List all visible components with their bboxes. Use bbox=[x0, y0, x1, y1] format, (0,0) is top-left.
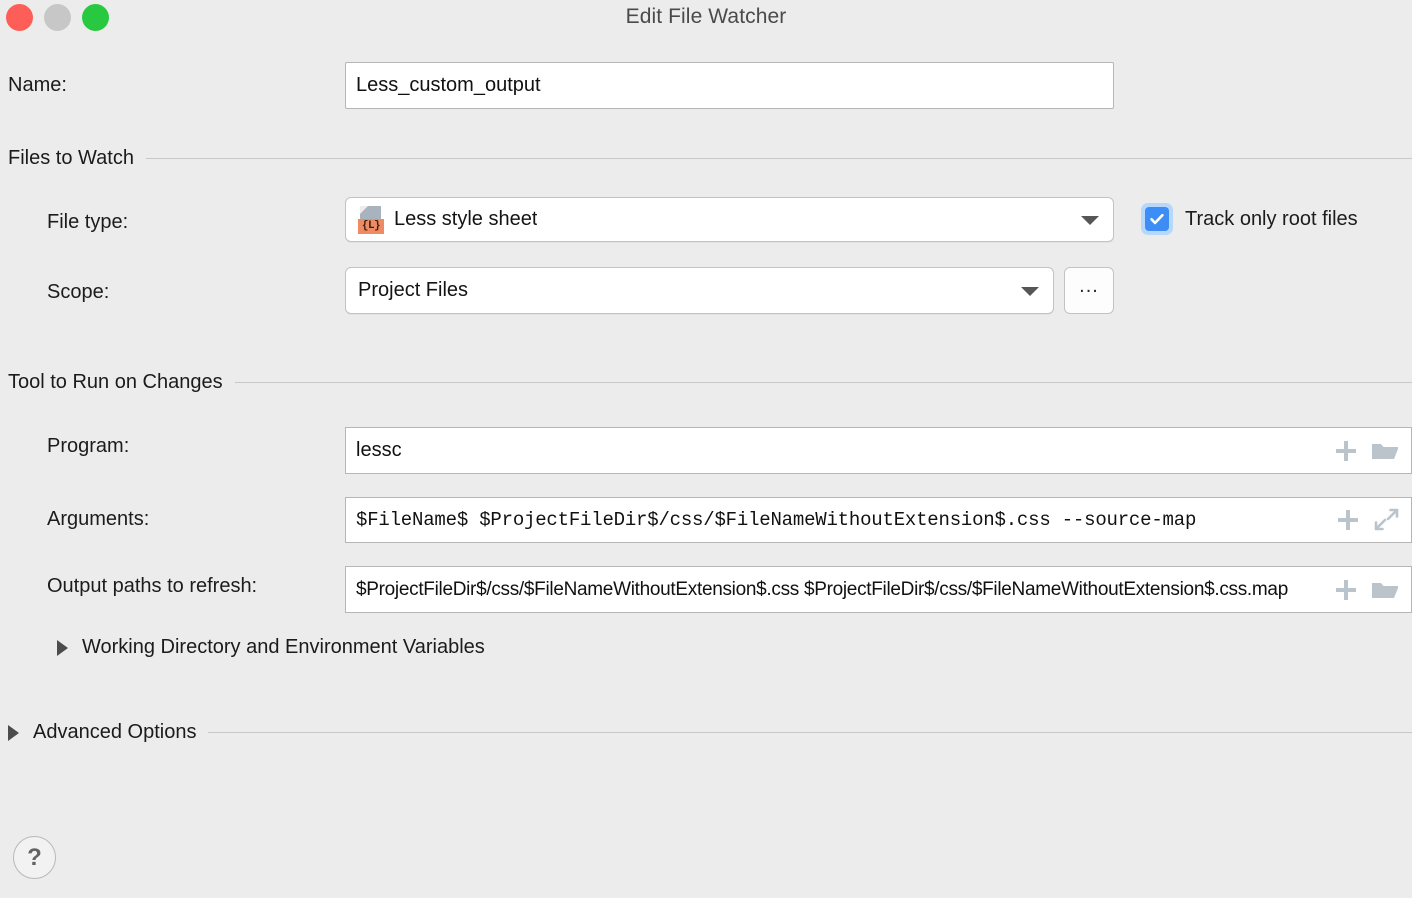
output-paths-value: $ProjectFileDir$/css/$FileNameWithoutExt… bbox=[356, 578, 1288, 600]
section-divider bbox=[208, 732, 1412, 733]
file-type-label: File type: bbox=[47, 211, 129, 233]
file-type-value: Less style sheet bbox=[394, 208, 538, 230]
name-label: Name: bbox=[8, 74, 67, 96]
less-file-icon-badge: {L} bbox=[358, 218, 384, 234]
window-titlebar: Edit File Watcher bbox=[0, 0, 1412, 42]
browse-folder-icon[interactable] bbox=[1371, 579, 1399, 601]
working-directory-disclosure[interactable]: Working Directory and Environment Variab… bbox=[57, 636, 485, 659]
section-title-advanced-options: Advanced Options bbox=[33, 721, 197, 743]
section-title-tool-to-run: Tool to Run on Changes bbox=[8, 371, 223, 393]
arguments-value: $FileName$ $ProjectFileDir$/css/$FileNam… bbox=[356, 509, 1197, 531]
section-title-files-to-watch: Files to Watch bbox=[8, 147, 134, 169]
chevron-right-icon bbox=[57, 639, 68, 656]
arguments-field[interactable]: $FileName$ $ProjectFileDir$/css/$FileNam… bbox=[345, 497, 1412, 543]
checkmark-icon bbox=[1150, 213, 1164, 225]
scope-label: Scope: bbox=[47, 281, 110, 303]
output-paths-field[interactable]: $ProjectFileDir$/css/$FileNameWithoutExt… bbox=[345, 566, 1412, 613]
chevron-down-icon bbox=[1081, 215, 1099, 225]
scope-browse-button[interactable]: ... bbox=[1064, 267, 1114, 314]
expand-editor-icon[interactable] bbox=[1373, 508, 1399, 532]
section-tool-to-run: Tool to Run on Changes bbox=[8, 371, 1412, 394]
help-button[interactable]: ? bbox=[13, 836, 56, 879]
section-divider bbox=[145, 158, 1412, 159]
section-divider bbox=[234, 382, 1412, 383]
program-value: lessc bbox=[356, 439, 402, 461]
arguments-label: Arguments: bbox=[47, 508, 150, 530]
track-only-root-files-label: Track only root files bbox=[1185, 207, 1358, 230]
chevron-right-icon bbox=[8, 724, 19, 741]
browse-folder-icon[interactable] bbox=[1371, 440, 1399, 462]
program-field-icons bbox=[1335, 440, 1411, 462]
section-advanced-options[interactable]: Advanced Options bbox=[8, 721, 1412, 744]
file-type-combobox[interactable]: {L} Less style sheet bbox=[345, 197, 1114, 242]
scope-value: Project Files bbox=[358, 279, 469, 301]
section-files-to-watch: Files to Watch bbox=[8, 147, 1412, 170]
track-only-root-files-checkbox[interactable]: Track only root files bbox=[1141, 203, 1358, 235]
output-paths-label: Output paths to refresh: bbox=[47, 575, 258, 597]
checkbox-focus-ring bbox=[1141, 203, 1173, 235]
window-title: Edit File Watcher bbox=[625, 5, 787, 28]
program-label: Program: bbox=[47, 435, 130, 457]
output-paths-field-icons bbox=[1335, 579, 1411, 601]
scope-combobox[interactable]: Project Files bbox=[345, 267, 1054, 314]
program-field[interactable]: lessc bbox=[345, 427, 1412, 474]
insert-macro-icon[interactable] bbox=[1335, 440, 1357, 462]
working-directory-label: Working Directory and Environment Variab… bbox=[82, 636, 485, 658]
checkbox-box bbox=[1145, 207, 1169, 231]
arguments-field-icons bbox=[1337, 508, 1411, 532]
less-file-icon: {L} bbox=[358, 205, 384, 234]
name-input[interactable] bbox=[345, 62, 1114, 109]
insert-macro-icon[interactable] bbox=[1335, 579, 1357, 601]
insert-macro-icon[interactable] bbox=[1337, 509, 1359, 531]
chevron-down-icon bbox=[1021, 286, 1039, 296]
